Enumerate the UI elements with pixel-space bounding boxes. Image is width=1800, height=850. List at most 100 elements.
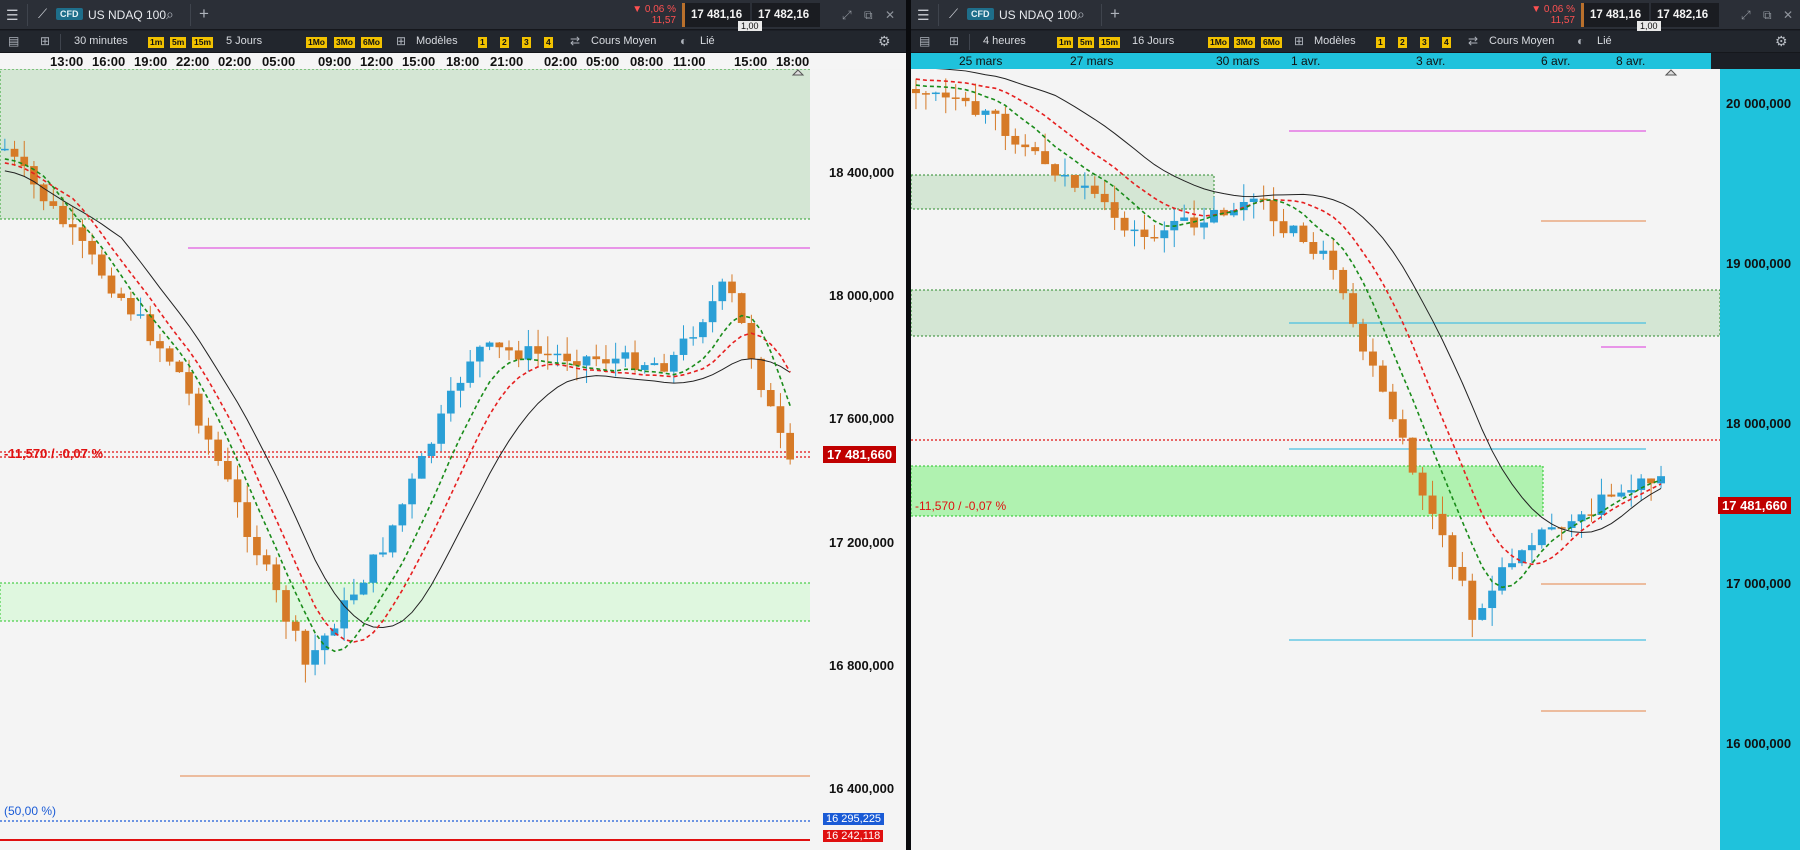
price-chart-area[interactable] [911,69,1800,850]
plus-icon[interactable]: + [1110,4,1120,24]
price-tick: 20 000,000 [1726,96,1792,111]
range-3mo-button[interactable]: 3Mo [334,37,355,48]
search-icon[interactable]: ⌕ [166,6,174,23]
zone-rect [0,69,821,220]
candle-body [417,455,426,479]
layout-icon[interactable]: ⊞ [40,34,50,48]
range-6mo-button[interactable]: 6Mo [1261,37,1282,48]
instrument-name[interactable]: US NDAQ 100 [999,8,1077,22]
price-tick: 17 000,000 [1726,576,1792,591]
link-button[interactable]: Lié [700,35,715,47]
cfd-badge: CFD [56,8,83,20]
plus-icon[interactable]: + [199,4,209,24]
link-icon[interactable]: ◐ [1577,34,1584,48]
link-button[interactable]: Lié [1597,35,1612,47]
gear-icon[interactable]: ⚙ [878,33,891,50]
slot-3-button[interactable]: 3 [522,37,531,48]
range-select[interactable]: 5 Jours [226,35,262,47]
candle-body [1150,236,1159,239]
templates-button[interactable]: Modèles [416,35,458,47]
price-axis-bg [1720,69,1800,850]
tf-1m-button[interactable]: 1m [1057,37,1074,48]
minimize-icon[interactable]: ⤢ [1741,8,1751,23]
close-icon[interactable]: ✕ [885,8,895,22]
candle-body [1607,494,1616,497]
candle-body [485,342,494,347]
price-tick: 16 800,000 [829,658,895,673]
candle-body [107,275,116,294]
price-type-select[interactable]: Cours Moyen [1489,35,1554,47]
candle-body [408,478,416,505]
candle-body [1160,230,1169,239]
timeframe-select[interactable]: 30 minutes [74,35,128,47]
minimize-icon[interactable]: ⤢ [842,8,852,23]
slot-2-button[interactable]: 2 [1398,37,1407,48]
templates-icon[interactable]: ⊞ [1294,34,1304,48]
gear-icon[interactable]: ⚙ [1775,33,1788,50]
price-chart-area[interactable] [0,69,906,850]
range-1mo-button[interactable]: 1Mo [1208,37,1229,48]
time-tick: 6 avr. [1541,54,1571,68]
candle-body [931,92,940,95]
templates-button[interactable]: Modèles [1314,35,1356,47]
range-3mo-button[interactable]: 3Mo [1234,37,1255,48]
side-panel-icon[interactable]: ▤ [919,34,930,48]
side-panel-icon[interactable]: ▤ [8,34,19,48]
slot-4-button[interactable]: 4 [544,37,553,48]
tf-15m-button[interactable]: 15m [1099,37,1121,48]
link-icon[interactable]: ◐ [680,34,687,48]
candle-body [1299,225,1308,243]
left-toolbar: ▤ ⊞ 30 minutes 1m 5m 15m 5 Jours 1Mo 3Mo… [0,31,906,53]
popout-icon[interactable]: ⧉ [864,8,873,23]
range-1mo-button[interactable]: 1Mo [306,37,327,48]
ask-button[interactable]: 17 482,16 [1651,3,1719,27]
search-icon[interactable]: ⌕ [1077,6,1085,23]
tf-15m-button[interactable]: 15m [192,37,214,48]
candle-body [68,224,77,228]
candle-body [359,582,368,595]
slot-1-button[interactable]: 1 [1376,37,1385,48]
candle-body [640,365,649,370]
candle-body [971,101,980,115]
candle-body [466,361,475,383]
price-type-select[interactable]: Cours Moyen [591,35,656,47]
slot-1-button[interactable]: 1 [478,37,487,48]
left-title-bar: ☰ ⟋ CFD US NDAQ 100 ⌕ + ▼ 0,06 % 11,57 1… [0,0,906,32]
candle-body [49,201,58,206]
layout-icon[interactable]: ⊞ [949,34,959,48]
time-tick: 11:00 [673,54,706,69]
templates-icon[interactable]: ⊞ [396,34,406,48]
candle-body [1359,323,1367,352]
price-type-icon[interactable]: ⇄ [1468,34,1478,48]
tf-5m-button[interactable]: 5m [170,37,187,48]
candle-body [1140,229,1149,237]
range-select[interactable]: 16 Jours [1132,35,1174,47]
slot-4-button[interactable]: 4 [1442,37,1451,48]
change-percent: ▼ 0,06 % [632,4,676,15]
price-type-icon[interactable]: ⇄ [570,34,580,48]
slot-2-button[interactable]: 2 [500,37,509,48]
candle-body [991,110,1000,114]
range-6mo-button[interactable]: 6Mo [361,37,382,48]
slot-3-button[interactable]: 3 [1420,37,1429,48]
candle-body [1100,193,1109,203]
candle-body [262,555,271,565]
popout-icon[interactable]: ⧉ [1763,8,1772,23]
time-tick: 05:00 [586,54,620,69]
tf-5m-button[interactable]: 5m [1078,37,1095,48]
menu-icon[interactable]: ☰ [6,7,19,24]
timeframe-select[interactable]: 4 heures [983,35,1026,47]
time-tick: 25 mars [959,54,1003,68]
right-chart-window: ☰ ⟋ CFD US NDAQ 100 ⌕ + ▼ 0,06 % 11,57 1… [911,0,1800,850]
tf-1m-button[interactable]: 1m [148,37,165,48]
candle-body [1527,545,1536,551]
menu-icon[interactable]: ☰ [917,7,930,24]
instrument-name[interactable]: US NDAQ 100 [88,8,166,22]
close-icon[interactable]: ✕ [1783,8,1793,22]
candle-body [1329,250,1338,270]
time-tick: 8 avr. [1616,54,1646,68]
time-tick: 22:00 [176,54,210,69]
candle-body [1547,527,1556,530]
ask-button[interactable]: 17 482,16 [752,3,820,27]
fib-price-label: 16 295,225 [823,813,885,825]
